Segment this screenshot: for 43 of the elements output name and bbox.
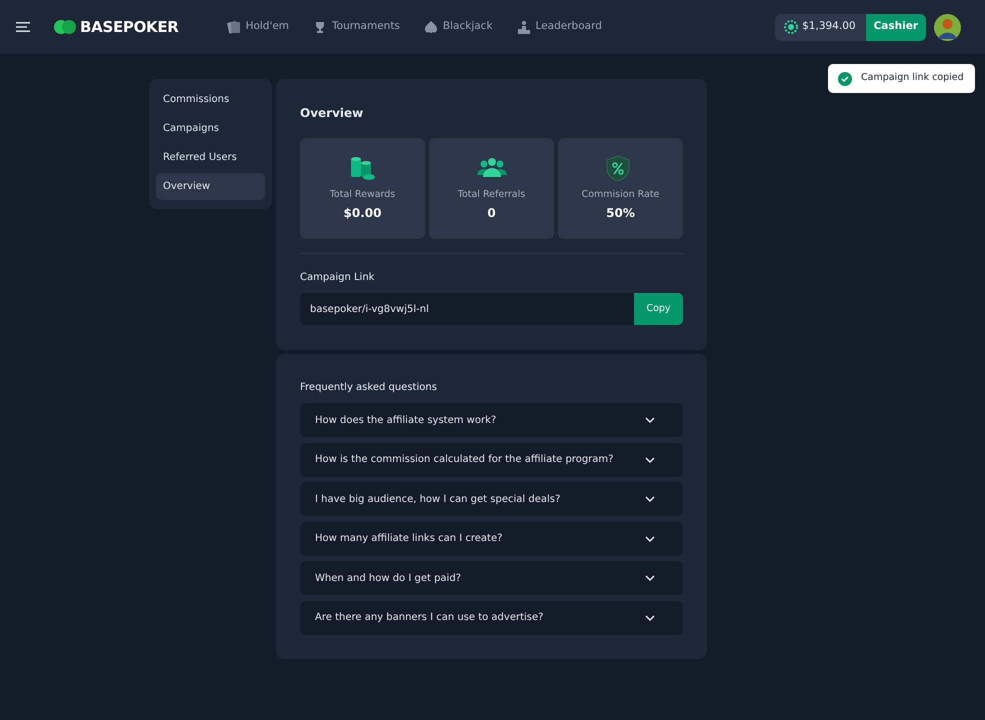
avatar[interactable] [934, 14, 961, 40]
toast-message: Campaign link copied [861, 71, 964, 86]
sidebar-item[interactable]: Commissions [156, 86, 265, 113]
nav-link[interactable]: Leaderboard [516, 19, 602, 35]
cards-icon [226, 20, 241, 34]
faq-item[interactable]: How many affiliate links can I create? [300, 522, 683, 556]
stat-value: 50% [606, 205, 635, 222]
chevron-down-icon [645, 536, 655, 542]
stat-label: Total Referrals [458, 188, 526, 202]
nav-link[interactable]: Hold'em [226, 19, 290, 35]
sidebar-item[interactable]: Referred Users [156, 144, 265, 171]
cashier-button[interactable]: Cashier [866, 14, 926, 40]
chevron-down-icon [645, 614, 655, 620]
chevron-down-icon [645, 575, 655, 581]
faq-item[interactable]: When and how do I get paid? [300, 561, 683, 595]
balance-amount: $1,394.00 [801, 19, 857, 34]
stat-label: Total Rewards [330, 188, 396, 202]
menu-icon[interactable] [16, 22, 30, 32]
stat-label: Commision Rate [582, 188, 660, 202]
logo-icon [54, 20, 76, 34]
spade-icon [424, 20, 438, 34]
section-title: Overview [300, 105, 364, 122]
chevron-down-icon [645, 417, 655, 423]
podium-icon [516, 20, 531, 34]
faq-title: Frequently asked questions [300, 381, 438, 395]
field-label: Campaign Link [300, 271, 376, 285]
chevron-down-icon [645, 456, 655, 462]
stat-value: $0.00 [344, 205, 382, 222]
sidebar-item[interactable]: Overview [156, 173, 265, 200]
faq-item[interactable]: How is the commission calculated for the affiliate program? [300, 442, 683, 476]
chevron-down-icon [645, 496, 655, 502]
brand-logo[interactable]: BASEPOKER [80, 16, 179, 38]
chip-icon [784, 20, 798, 34]
nav-link[interactable]: Tournaments [313, 19, 400, 35]
check-icon [838, 72, 852, 86]
nav-link[interactable]: Blackjack [424, 19, 493, 35]
link-field[interactable]: basepoker/i-vg8vwj5l-nl [300, 293, 634, 325]
faq-item[interactable]: How does the affiliate system work? [300, 403, 683, 437]
stat-value: 0 [487, 205, 496, 222]
faq-item[interactable]: I have big audience, how I can get special deals? [300, 482, 683, 516]
faq-item[interactable]: Are there any banners I can use to advertise? [300, 600, 683, 634]
sidebar-item[interactable]: Campaigns [156, 115, 265, 142]
copy-button[interactable]: Copy [634, 293, 683, 325]
